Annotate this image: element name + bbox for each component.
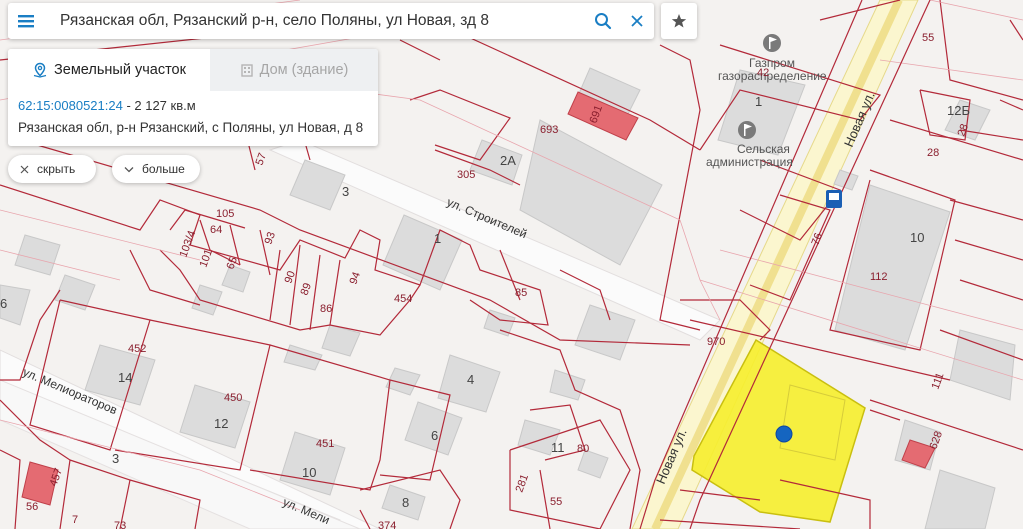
chevron-down-icon	[124, 166, 134, 172]
parcel-area: - 2 127 кв.м	[122, 98, 196, 113]
more-label: больше	[142, 162, 185, 176]
bus-window	[829, 193, 839, 200]
parcel-number: 73	[114, 520, 126, 529]
house-number: 11	[551, 440, 565, 455]
tab-land-plot-label: Земельный участок	[54, 62, 186, 78]
parcel-number: 693	[540, 124, 558, 136]
tab-land-plot[interactable]: Земельный участок	[8, 49, 210, 91]
parcel-number: 64	[210, 224, 222, 236]
house-number: 3	[112, 451, 119, 466]
tab-building-label: Дом (здание)	[259, 62, 349, 78]
bus-stop-poi[interactable]	[826, 190, 842, 208]
poi-label-admin-2: администрация	[706, 155, 793, 169]
object-type-tabs: Земельный участок Дом (здание)	[8, 49, 378, 91]
parcel-number: 454	[394, 293, 412, 305]
poi-label-gazprom-1: Газпром	[749, 56, 795, 70]
parcel-summary: 62:15:0080521:24 - 2 127 кв.м	[8, 91, 378, 113]
favorite-button[interactable]	[661, 3, 697, 39]
admin-icon	[738, 121, 756, 139]
parcel-number: 28	[927, 147, 939, 159]
parcel-number: 451	[316, 438, 334, 450]
poi-label-admin-1: Сельская	[737, 142, 790, 156]
close-icon	[631, 15, 643, 27]
admin-poi[interactable]	[738, 121, 756, 139]
more-button[interactable]: больше	[112, 155, 200, 183]
selected-parcel-marker[interactable]	[775, 425, 793, 443]
house-number: 6	[0, 296, 7, 311]
house-number: 1	[755, 94, 762, 109]
house-number: 12	[214, 416, 228, 431]
parcel-number: 42	[757, 67, 769, 79]
hamburger-menu-icon	[18, 15, 34, 28]
parcel-number: 105	[216, 208, 234, 220]
parcel-number: 450	[224, 392, 242, 404]
parcel-number: 7	[72, 514, 78, 526]
poi-label-gazprom-2: газораспределение	[718, 69, 827, 83]
gazprom-icon	[763, 34, 781, 52]
house-number: 3	[342, 184, 349, 199]
parcel-number: 970	[707, 336, 725, 348]
building-icon	[240, 64, 253, 77]
house-number: 2А	[500, 153, 516, 168]
house-number: 12Б	[947, 103, 970, 118]
tab-building[interactable]: Дом (здание)	[210, 49, 378, 91]
search-input[interactable]: Рязанская обл, Рязанский р-н, село Полян…	[44, 12, 586, 30]
parcel-number: 452	[128, 343, 146, 355]
hide-card-button[interactable]: скрыть	[8, 155, 96, 183]
parcel-number: 80	[577, 443, 589, 455]
search-button[interactable]	[586, 3, 620, 39]
parcel-number: 112	[870, 271, 888, 283]
house-number: 10	[910, 230, 924, 245]
parcel-number: 55	[550, 496, 562, 508]
parcel-number: 374	[378, 520, 396, 529]
flag-pole	[744, 124, 746, 136]
hide-card-label: скрыть	[37, 162, 76, 176]
cadastral-number-link[interactable]: 62:15:0080521:24	[18, 98, 123, 113]
search-icon	[595, 13, 612, 30]
house-number: 8	[402, 495, 409, 510]
house-number: 10	[302, 465, 316, 480]
house-number: 1	[434, 231, 441, 246]
object-info-card: Земельный участок Дом (здание) 62:15:008…	[8, 49, 378, 146]
menu-button[interactable]	[8, 3, 44, 39]
parcel-address: Рязанская обл, р-н Рязанский, с Поляны, …	[18, 120, 364, 135]
clear-search-button[interactable]	[620, 3, 654, 39]
location-pin-icon	[33, 62, 47, 78]
house-number: 6	[431, 428, 438, 443]
parcel-number: 56	[26, 501, 38, 513]
house-number: 14	[118, 370, 132, 385]
parcel-number: 55	[922, 32, 934, 44]
gazprom-poi[interactable]	[763, 34, 781, 52]
star-icon	[671, 14, 687, 28]
flag-pole	[769, 37, 771, 49]
parcel-number: 85	[515, 287, 527, 299]
parcel-number: 86	[320, 303, 332, 315]
search-bar: Рязанская обл, Рязанский р-н, село Полян…	[8, 3, 654, 39]
house-number: 4	[467, 372, 474, 387]
close-icon	[20, 165, 29, 173]
parcel-number: 305	[457, 169, 475, 181]
